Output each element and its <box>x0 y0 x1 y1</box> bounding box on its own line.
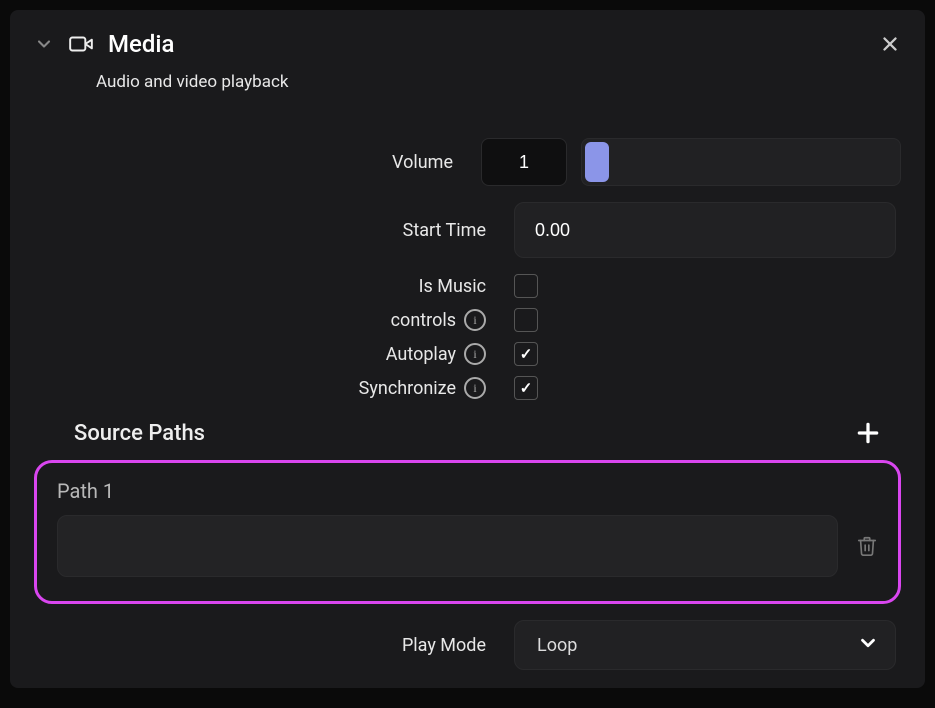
source-paths-header: Source Paths <box>34 420 901 446</box>
volume-slider-thumb[interactable] <box>585 142 609 182</box>
panel-header: Media <box>34 30 901 58</box>
play-mode-label: Play Mode <box>34 635 494 656</box>
start-time-row: Start Time <box>34 202 901 258</box>
path-label: Path 1 <box>57 479 878 503</box>
path-input[interactable] <box>57 515 838 577</box>
start-time-input[interactable] <box>514 202 896 258</box>
volume-input[interactable] <box>481 138 567 186</box>
delete-path-button[interactable] <box>856 535 878 557</box>
info-icon[interactable]: i <box>464 343 486 365</box>
panel-title: Media <box>108 30 865 58</box>
media-panel: Media Audio and video playback Volume St… <box>10 10 925 688</box>
is-music-row: Is Music <box>34 274 901 298</box>
camera-icon <box>68 31 94 57</box>
source-paths-title: Source Paths <box>74 421 205 446</box>
autoplay-checkbox[interactable] <box>514 342 538 366</box>
controls-label: controls <box>391 310 456 331</box>
chevron-down-icon <box>857 632 879 658</box>
play-mode-select[interactable]: Loop <box>514 620 896 670</box>
panel-subtitle: Audio and video playback <box>96 72 901 92</box>
volume-label: Volume <box>34 152 461 173</box>
play-mode-row: Play Mode Loop <box>34 620 901 670</box>
start-time-label: Start Time <box>34 220 494 241</box>
close-button[interactable] <box>879 33 901 55</box>
path-card: Path 1 <box>34 460 901 604</box>
synchronize-row: Synchronize i <box>34 376 901 400</box>
autoplay-label: Autoplay <box>386 344 456 365</box>
is-music-label: Is Music <box>34 276 494 297</box>
synchronize-label: Synchronize <box>359 378 456 399</box>
info-icon[interactable]: i <box>464 309 486 331</box>
info-icon[interactable]: i <box>464 377 486 399</box>
volume-slider[interactable] <box>581 138 901 186</box>
controls-row: controls i <box>34 308 901 332</box>
form-area: Volume Start Time Is Music controls <box>34 138 901 670</box>
play-mode-value: Loop <box>537 635 577 656</box>
volume-row: Volume <box>34 138 901 186</box>
synchronize-checkbox[interactable] <box>514 376 538 400</box>
add-path-button[interactable] <box>855 420 881 446</box>
is-music-checkbox[interactable] <box>514 274 538 298</box>
controls-checkbox[interactable] <box>514 308 538 332</box>
collapse-chevron-icon[interactable] <box>34 34 54 54</box>
autoplay-row: Autoplay i <box>34 342 901 366</box>
